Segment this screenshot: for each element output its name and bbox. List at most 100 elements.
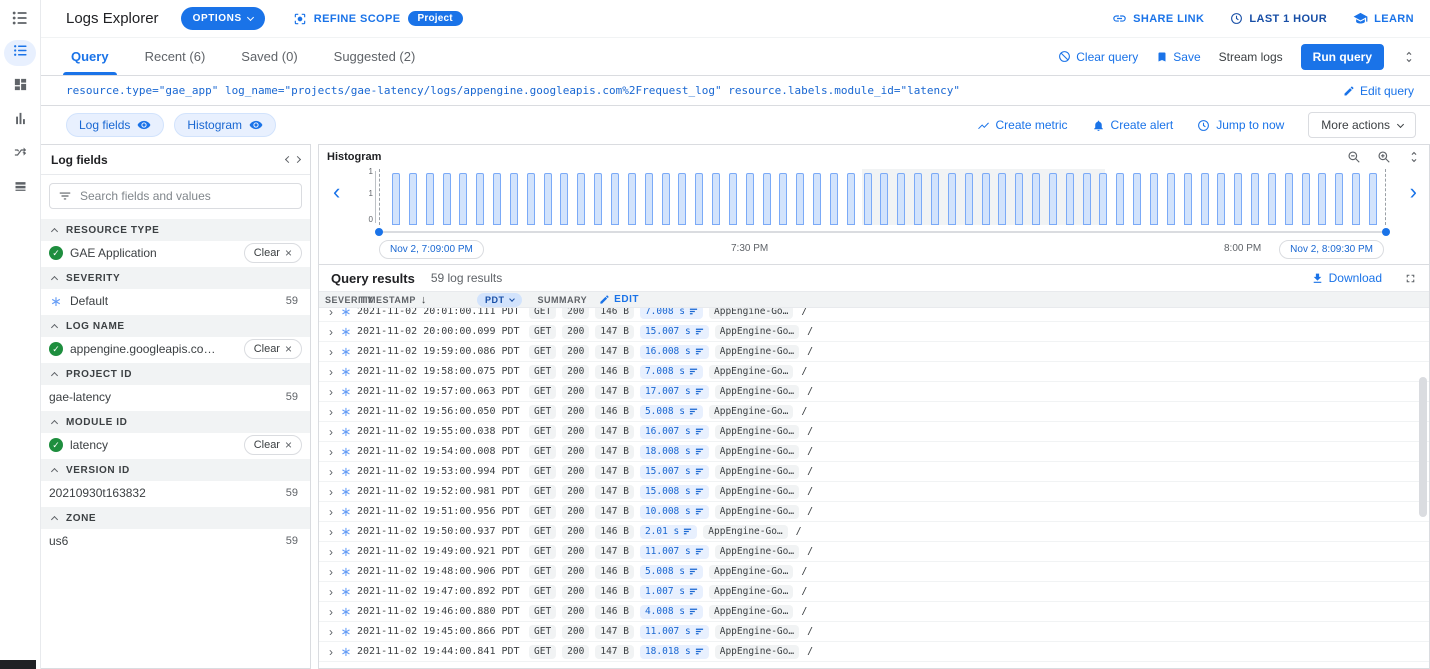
vertical-scrollbar[interactable] [1419, 377, 1427, 517]
expand-chevron-icon[interactable]: › [324, 565, 338, 579]
histogram-bar[interactable] [1167, 173, 1175, 225]
expand-chevron-icon[interactable]: › [324, 585, 338, 599]
method-chip[interactable]: GET [529, 565, 556, 579]
method-chip[interactable]: GET [529, 365, 556, 379]
method-chip[interactable]: GET [529, 385, 556, 399]
histogram-bar[interactable] [998, 173, 1006, 225]
histogram-bar[interactable] [662, 173, 670, 225]
rail-item-logs-storage[interactable] [4, 176, 36, 202]
histogram-toggle-chip[interactable]: Histogram [174, 113, 276, 137]
status-chip[interactable]: 200 [562, 425, 589, 439]
field-item[interactable]: gae-latency59 [41, 385, 310, 409]
expand-chevron-icon[interactable]: › [324, 345, 338, 359]
method-chip[interactable]: GET [529, 485, 556, 499]
histogram-bar[interactable] [594, 173, 602, 225]
histogram-bar[interactable] [628, 173, 636, 225]
log-row[interactable]: ›∗2021-11-02 19:56:00.050 PDTGET200146 B… [319, 402, 1429, 422]
size-chip[interactable]: 147 B [595, 625, 634, 639]
status-chip[interactable]: 200 [562, 385, 589, 399]
status-chip[interactable]: 200 [562, 525, 589, 539]
zoom-in-icon[interactable] [1377, 150, 1391, 164]
more-actions-button[interactable]: More actions [1308, 112, 1416, 138]
latency-chip[interactable]: 2.01 s [640, 525, 697, 539]
user-agent-chip[interactable]: AppEngine-Go… [709, 365, 793, 379]
tab-suggested-2[interactable]: Suggested (2) [316, 38, 434, 75]
histogram-bar[interactable] [1285, 173, 1293, 225]
size-chip[interactable]: 147 B [595, 645, 634, 659]
time-range-slider[interactable] [379, 231, 1386, 233]
slider-end-handle[interactable] [1382, 228, 1390, 236]
log-row[interactable]: ›∗2021-11-02 19:54:00.008 PDTGET200147 B… [319, 442, 1429, 462]
user-agent-chip[interactable]: AppEngine-Go… [715, 385, 799, 399]
clear-filter-button[interactable]: Clear × [244, 339, 302, 359]
method-chip[interactable]: GET [529, 525, 556, 539]
log-row[interactable]: ›∗2021-11-02 19:45:00.866 PDTGET200147 B… [319, 622, 1429, 642]
field-section-header[interactable]: PROJECT ID [41, 363, 310, 385]
histogram-bar[interactable] [459, 173, 467, 225]
histogram-bar[interactable] [544, 173, 552, 225]
histogram-bar[interactable] [1335, 173, 1343, 225]
histogram-bar[interactable] [645, 173, 653, 225]
status-chip[interactable]: 200 [562, 465, 589, 479]
slider-start-handle[interactable] [375, 228, 383, 236]
method-chip[interactable]: GET [529, 325, 556, 339]
latency-chip[interactable]: 7.008 s [640, 308, 703, 319]
range-end-pill[interactable]: Nov 2, 8:09:30 PM [1279, 240, 1384, 259]
status-chip[interactable]: 200 [562, 485, 589, 499]
edit-summary-button[interactable]: EDIT [599, 294, 639, 305]
histogram-bar[interactable] [1150, 173, 1158, 225]
status-chip[interactable]: 200 [562, 325, 589, 339]
method-chip[interactable]: GET [529, 625, 556, 639]
histogram-pan-right-button[interactable]: › [1410, 181, 1417, 203]
status-chip[interactable]: 200 [562, 545, 589, 559]
expand-chevron-icon[interactable]: › [324, 385, 338, 399]
status-chip[interactable]: 200 [562, 405, 589, 419]
histogram-bar[interactable] [1116, 173, 1124, 225]
latency-chip[interactable]: 16.008 s [640, 345, 709, 359]
field-item[interactable]: ∗Default59 [41, 289, 310, 313]
log-row[interactable]: ›∗2021-11-02 19:51:00.956 PDTGET200147 B… [319, 502, 1429, 522]
size-chip[interactable]: 147 B [595, 325, 634, 339]
status-chip[interactable]: 200 [562, 365, 589, 379]
histogram-bar[interactable] [965, 173, 973, 225]
field-section-header[interactable]: VERSION ID [41, 459, 310, 481]
user-agent-chip[interactable]: AppEngine-Go… [715, 505, 799, 519]
size-chip[interactable]: 146 B [595, 585, 634, 599]
histogram-bar[interactable] [1234, 173, 1242, 225]
latency-chip[interactable]: 5.008 s [640, 405, 703, 419]
user-agent-chip[interactable]: AppEngine-Go… [715, 345, 799, 359]
histogram-bar[interactable] [1066, 173, 1074, 225]
user-agent-chip[interactable]: AppEngine-Go… [709, 585, 793, 599]
method-chip[interactable]: GET [529, 345, 556, 359]
histogram-bar[interactable] [897, 173, 905, 225]
field-item[interactable]: ✓GAE ApplicationClear × [41, 241, 310, 265]
latency-chip[interactable]: 1.007 s [640, 585, 703, 599]
download-button[interactable]: Download [1311, 271, 1382, 285]
log-row[interactable]: ›∗2021-11-02 19:52:00.981 PDTGET200147 B… [319, 482, 1429, 502]
log-row[interactable]: ›∗2021-11-02 19:49:00.921 PDTGET200147 B… [319, 542, 1429, 562]
histogram-bar[interactable] [611, 173, 619, 225]
status-chip[interactable]: 200 [562, 625, 589, 639]
status-chip[interactable]: 200 [562, 345, 589, 359]
expand-chevron-icon[interactable]: › [324, 365, 338, 379]
log-row[interactable]: ›∗2021-11-02 19:48:00.906 PDTGET200146 B… [319, 562, 1429, 582]
histogram-bar[interactable] [796, 173, 804, 225]
size-chip[interactable]: 146 B [595, 565, 634, 579]
field-item[interactable]: us659 [41, 529, 310, 553]
histogram-bar[interactable] [1133, 173, 1141, 225]
histogram-bar[interactable] [712, 173, 720, 225]
expand-chevron-icon[interactable]: › [324, 545, 338, 559]
log-row[interactable]: ›∗2021-11-02 19:50:00.937 PDTGET200146 B… [319, 522, 1429, 542]
save-button[interactable]: Save [1156, 50, 1200, 64]
histogram-bar[interactable] [864, 173, 872, 225]
histogram-bar[interactable] [1015, 173, 1023, 225]
status-chip[interactable]: 200 [562, 445, 589, 459]
user-agent-chip[interactable]: AppEngine-Go… [715, 485, 799, 499]
expand-chevron-icon[interactable]: › [324, 445, 338, 459]
log-row[interactable]: ›∗2021-11-02 19:55:00.038 PDTGET200147 B… [319, 422, 1429, 442]
create-metric-button[interactable]: Create metric [977, 118, 1068, 132]
histogram-bar[interactable] [476, 173, 484, 225]
latency-chip[interactable]: 16.007 s [640, 425, 709, 439]
field-section-header[interactable]: ZONE [41, 507, 310, 529]
histogram-bar[interactable] [1184, 173, 1192, 225]
